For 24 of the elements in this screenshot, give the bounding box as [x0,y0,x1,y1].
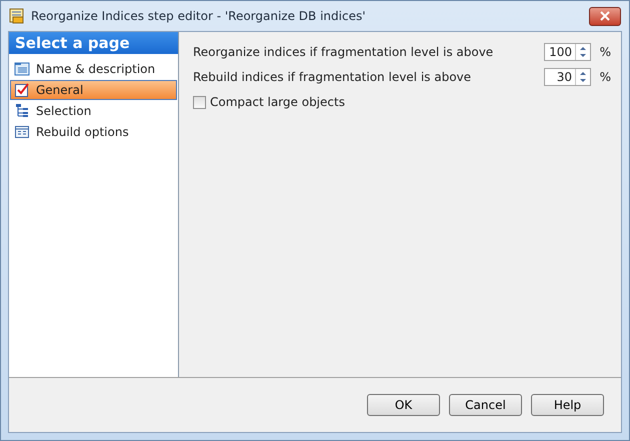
percent-unit: % [598,45,611,59]
percent-unit: % [598,70,611,84]
sidebar-header: Select a page [9,32,178,54]
checklist-icon [14,82,30,98]
dialog-button[interactable]: Help [531,394,604,416]
form-icon [14,124,30,140]
dialog-button[interactable]: Cancel [449,394,522,416]
sidebar-item[interactable]: General [10,80,177,100]
dialog-button[interactable]: OK [367,394,440,416]
sidebar-item[interactable]: Rebuild options [10,122,177,142]
page-icon [14,61,30,77]
close-button[interactable] [589,6,621,26]
setting-label: Rebuild indices if fragmentation level is above [193,70,472,84]
sidebar-item[interactable]: Name & description [10,59,177,79]
window-title: Reorganize Indices step editor - 'Reorganize DB indices' [31,9,366,23]
checkbox[interactable] [193,96,206,108]
app-icon [9,8,25,24]
checkbox-label[interactable]: Compact large objects [210,95,611,109]
setting-label: Reorganize indices if fragmentation level is above [193,45,494,59]
number-spinner[interactable]: 100 [544,43,591,61]
tree-icon [14,103,30,119]
sidebar-item[interactable]: Selection [10,101,177,121]
number-spinner[interactable]: 30 [544,68,591,86]
close-icon [600,11,610,21]
